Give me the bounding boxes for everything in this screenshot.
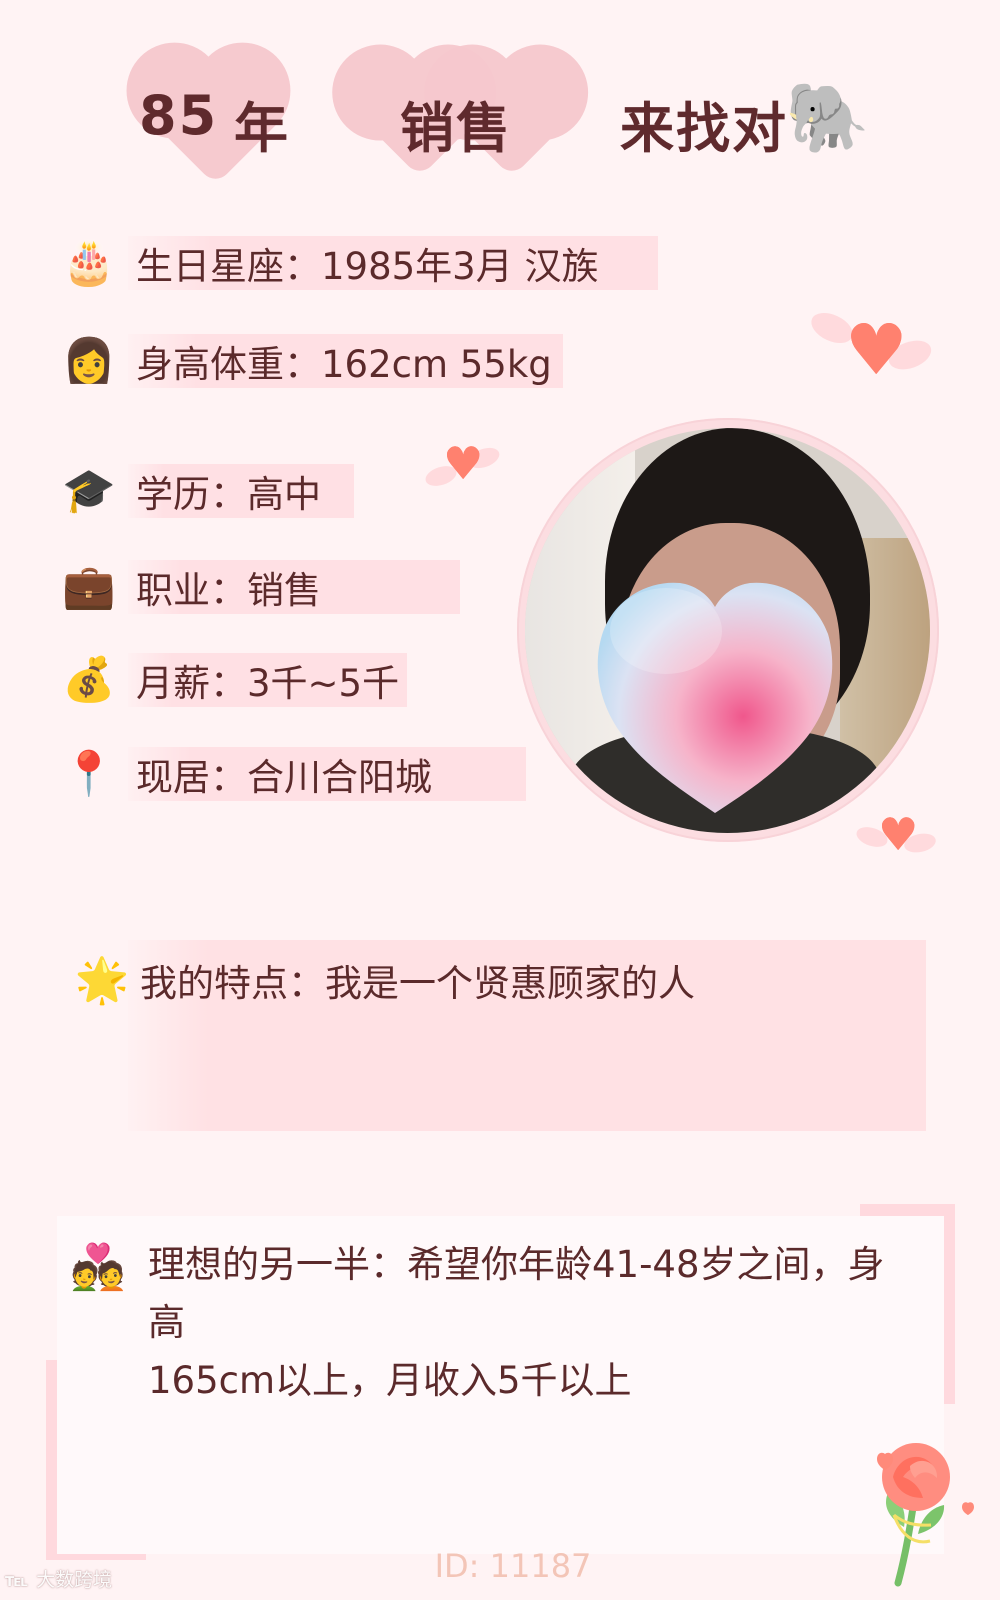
title-row: 85 年 销售 来找对 🐘 bbox=[0, 56, 1000, 188]
watermark: ℡ 大数跨境 bbox=[5, 1565, 112, 1592]
year-unit-text: 年 bbox=[234, 97, 290, 160]
occupation-title-text: 销售 bbox=[400, 97, 512, 160]
graduation-cap-icon: 🎓 bbox=[62, 466, 116, 516]
occupation-line: 💼 职业：销售 bbox=[60, 560, 460, 614]
watermark-mark: ℡ bbox=[5, 1570, 29, 1591]
salary-label: 月薪：3千~5千 bbox=[128, 653, 407, 707]
birthday-cake-icon: 🎂 bbox=[62, 238, 116, 288]
birthday-label: 生日星座：1985年3月 汉族 bbox=[128, 236, 658, 290]
profile-photo bbox=[525, 428, 930, 833]
woman-icon: 👩 bbox=[62, 336, 116, 386]
briefcase-icon: 💼 bbox=[62, 562, 116, 612]
education-line: 🎓 学历：高中 bbox=[60, 464, 354, 518]
residence-line: 📍 现居：合川合阳城 bbox=[60, 747, 526, 801]
occupation-label: 职业：销售 bbox=[128, 560, 460, 614]
star-icon: 🌟 bbox=[74, 955, 130, 1006]
feature-label: 我的特点：我是一个贤惠顾家的人 bbox=[140, 962, 695, 1005]
privacy-heart-icon bbox=[597, 582, 833, 813]
education-label: 学历：高中 bbox=[128, 464, 354, 518]
ideal-partner-line-2: 165cm以上，月收入5千以上 bbox=[148, 1359, 632, 1402]
money-bag-icon: 💰 bbox=[62, 655, 116, 705]
age-text: 85 bbox=[139, 84, 219, 147]
couple-heart-icon: 💑 bbox=[70, 1242, 126, 1293]
rose-decoration-icon bbox=[877, 1443, 974, 1587]
winged-heart-icon-bottom: ♥ bbox=[854, 808, 938, 864]
winged-heart-icon-middle: ♥ bbox=[423, 437, 503, 491]
feature-row: 🌟 我的特点：我是一个贤惠顾家的人 bbox=[72, 951, 695, 1009]
ideal-partner-line-1: 理想的另一半：希望你年龄41-48岁之间，身高 bbox=[148, 1243, 885, 1344]
winged-heart-icon-top: ♥ bbox=[806, 306, 936, 391]
profile-page: 85 年 销售 来找对 🐘 🎂 生日星座：1985年3月 汉族 👩 身高体重：1… bbox=[0, 0, 1000, 1600]
birthday-line: 🎂 生日星座：1985年3月 汉族 bbox=[60, 236, 658, 290]
watermark-text: 大数跨境 bbox=[36, 1569, 113, 1591]
residence-label: 现居：合川合阳城 bbox=[128, 747, 526, 801]
location-pin-icon: 📍 bbox=[62, 749, 116, 799]
match-phrase-text: 来找对 bbox=[620, 97, 788, 160]
elephant-icon: 🐘 bbox=[785, 79, 872, 158]
profile-id: ID: 11187 bbox=[434, 1547, 592, 1585]
salary-line: 💰 月薪：3千~5千 bbox=[60, 653, 407, 707]
height-weight-line: 👩 身高体重：162cm 55kg bbox=[60, 334, 563, 388]
ideal-partner-text: 理想的另一半：希望你年龄41-48岁之间，身高 165cm以上，月收入5千以上 bbox=[148, 1236, 918, 1410]
height-weight-label: 身高体重：162cm 55kg bbox=[128, 334, 563, 388]
